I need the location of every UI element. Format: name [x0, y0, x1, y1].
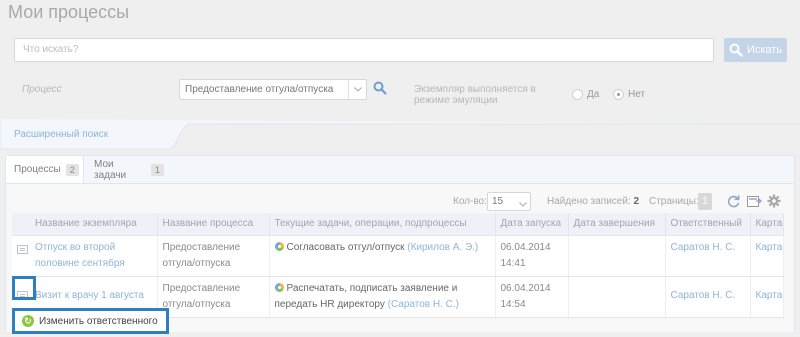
- col-instance-name[interactable]: Название экземпляра: [12, 213, 158, 236]
- instance-link[interactable]: Визит к врачу 1 августа: [35, 290, 144, 301]
- cell-task: Согласовать отгул/отпуск (Кирилов А. Э.): [269, 235, 496, 277]
- tab-my-tasks-count: 1: [150, 163, 164, 176]
- per-page-select[interactable]: 15: [487, 192, 531, 211]
- change-owner-menu-item[interactable]: Изменить ответственного: [39, 316, 158, 327]
- tab-processes[interactable]: Процессы 2: [6, 156, 84, 183]
- row-menu-highlight: [12, 276, 36, 300]
- found-value: 2: [633, 196, 640, 207]
- tab-my-tasks[interactable]: Мои задачи 1: [86, 156, 172, 183]
- page-1-button[interactable]: 1: [698, 193, 712, 210]
- radio-no-label: Нет: [628, 89, 646, 100]
- emulation-label: Экземпляр выполняется в режиме эмуляции: [414, 84, 544, 106]
- cell-end-date: [568, 276, 666, 318]
- tab-my-tasks-label: Мои задачи: [94, 158, 127, 181]
- map-link[interactable]: Карта: [756, 242, 783, 253]
- radio-yes-label: Да: [587, 89, 600, 100]
- search-button[interactable]: Искать: [724, 38, 787, 62]
- per-page-label: Кол-во:: [453, 196, 487, 207]
- start-time: 14:54: [500, 298, 526, 310]
- task-text: Согласовать отгул/отпуск: [286, 241, 405, 253]
- tab-processes-label: Процессы: [14, 164, 61, 175]
- cell-task: Распечатать, подписать заявление и перед…: [269, 276, 496, 318]
- col-map[interactable]: Карта: [750, 213, 784, 236]
- process-label: Процесс: [22, 84, 62, 95]
- processes-table: Название экземпляра Название процесса Те…: [12, 213, 784, 318]
- cell-map: Карта: [750, 235, 784, 277]
- cell-responsible: Саратов Н. С.: [665, 235, 751, 277]
- emulation-label-line2: режиме эмуляции: [414, 95, 498, 106]
- cell-start-date: 06.04.2014 14:41: [495, 235, 569, 277]
- search-icon: [729, 43, 743, 57]
- refresh-icon[interactable]: [724, 192, 742, 210]
- export-icon[interactable]: [745, 192, 763, 210]
- row-menu-icon[interactable]: [17, 244, 28, 254]
- col-process-name[interactable]: Название процесса: [157, 213, 270, 236]
- col-responsible[interactable]: Ответственный: [665, 213, 751, 236]
- pages-label: Страницы:: [649, 196, 699, 207]
- gear-icon[interactable]: [765, 192, 783, 210]
- col-end-date[interactable]: Дата завершения: [568, 213, 666, 236]
- process-select-value: Предоставление отгула/отпуска: [185, 84, 334, 95]
- found-records: Найдено записей: 2: [547, 196, 639, 207]
- found-label: Найдено записей:: [547, 196, 631, 207]
- context-menu: ↻ Изменить ответственного: [12, 308, 169, 334]
- radio-no-circle: [613, 89, 624, 100]
- task-person-link[interactable]: (Саратов Н. С.): [388, 299, 459, 310]
- tab-processes-count: 2: [65, 163, 79, 176]
- process-select[interactable]: Предоставление отгула/отпуска: [179, 79, 367, 100]
- per-page-value: 15: [492, 196, 504, 207]
- cell-instance: Отпуск во второй половине сентября: [12, 235, 158, 277]
- start-time: 14:41: [500, 257, 526, 269]
- advanced-search-link[interactable]: Расширенный поиск: [14, 129, 108, 140]
- table-header-row: Название экземпляра Название процесса Те…: [12, 213, 784, 236]
- cell-process: Предоставление отгула/отпуска: [157, 235, 270, 277]
- table-row: Отпуск во второй половине сентября Предо…: [12, 235, 784, 277]
- chevron-down-icon: [348, 80, 366, 99]
- page-title: Мои процессы: [8, 2, 130, 22]
- instance-link[interactable]: Отпуск во второй половине сентября: [35, 242, 125, 269]
- cell-responsible: Саратов Н. С.: [665, 276, 751, 318]
- map-link[interactable]: Карта: [756, 290, 783, 301]
- radio-yes-circle: [572, 89, 583, 100]
- responsible-link[interactable]: Саратов Н. С.: [671, 290, 736, 301]
- cell-map: Карта: [750, 276, 784, 318]
- start-date: 06.04.2014: [500, 241, 551, 253]
- emulation-label-line1: Экземпляр выполняется в: [414, 84, 536, 95]
- change-owner-icon: ↻: [22, 315, 34, 327]
- start-date: 06.04.2014: [500, 282, 551, 294]
- col-start-date[interactable]: Дата запуска: [495, 213, 569, 236]
- chevron-down-icon: [519, 199, 527, 210]
- search-input[interactable]: Что искать?: [14, 38, 714, 62]
- process-search-icon[interactable]: [373, 81, 387, 98]
- radio-no[interactable]: Нет: [613, 89, 645, 100]
- search-button-label: Искать: [746, 44, 783, 56]
- col-current-tasks[interactable]: Текущие задачи, операции, подпроцессы: [269, 213, 496, 236]
- process-status-icon: [274, 282, 284, 292]
- advanced-search-panel: [0, 119, 800, 150]
- cell-end-date: [568, 235, 666, 277]
- responsible-link[interactable]: Саратов Н. С.: [671, 242, 736, 253]
- task-person-link[interactable]: (Кирилов А. Э.): [407, 242, 478, 253]
- radio-yes[interactable]: Да: [572, 89, 599, 100]
- process-status-icon: [274, 241, 284, 251]
- cell-start-date: 06.04.2014 14:54: [495, 276, 569, 318]
- cell-process: Предоставление отгула/отпуска: [157, 276, 270, 318]
